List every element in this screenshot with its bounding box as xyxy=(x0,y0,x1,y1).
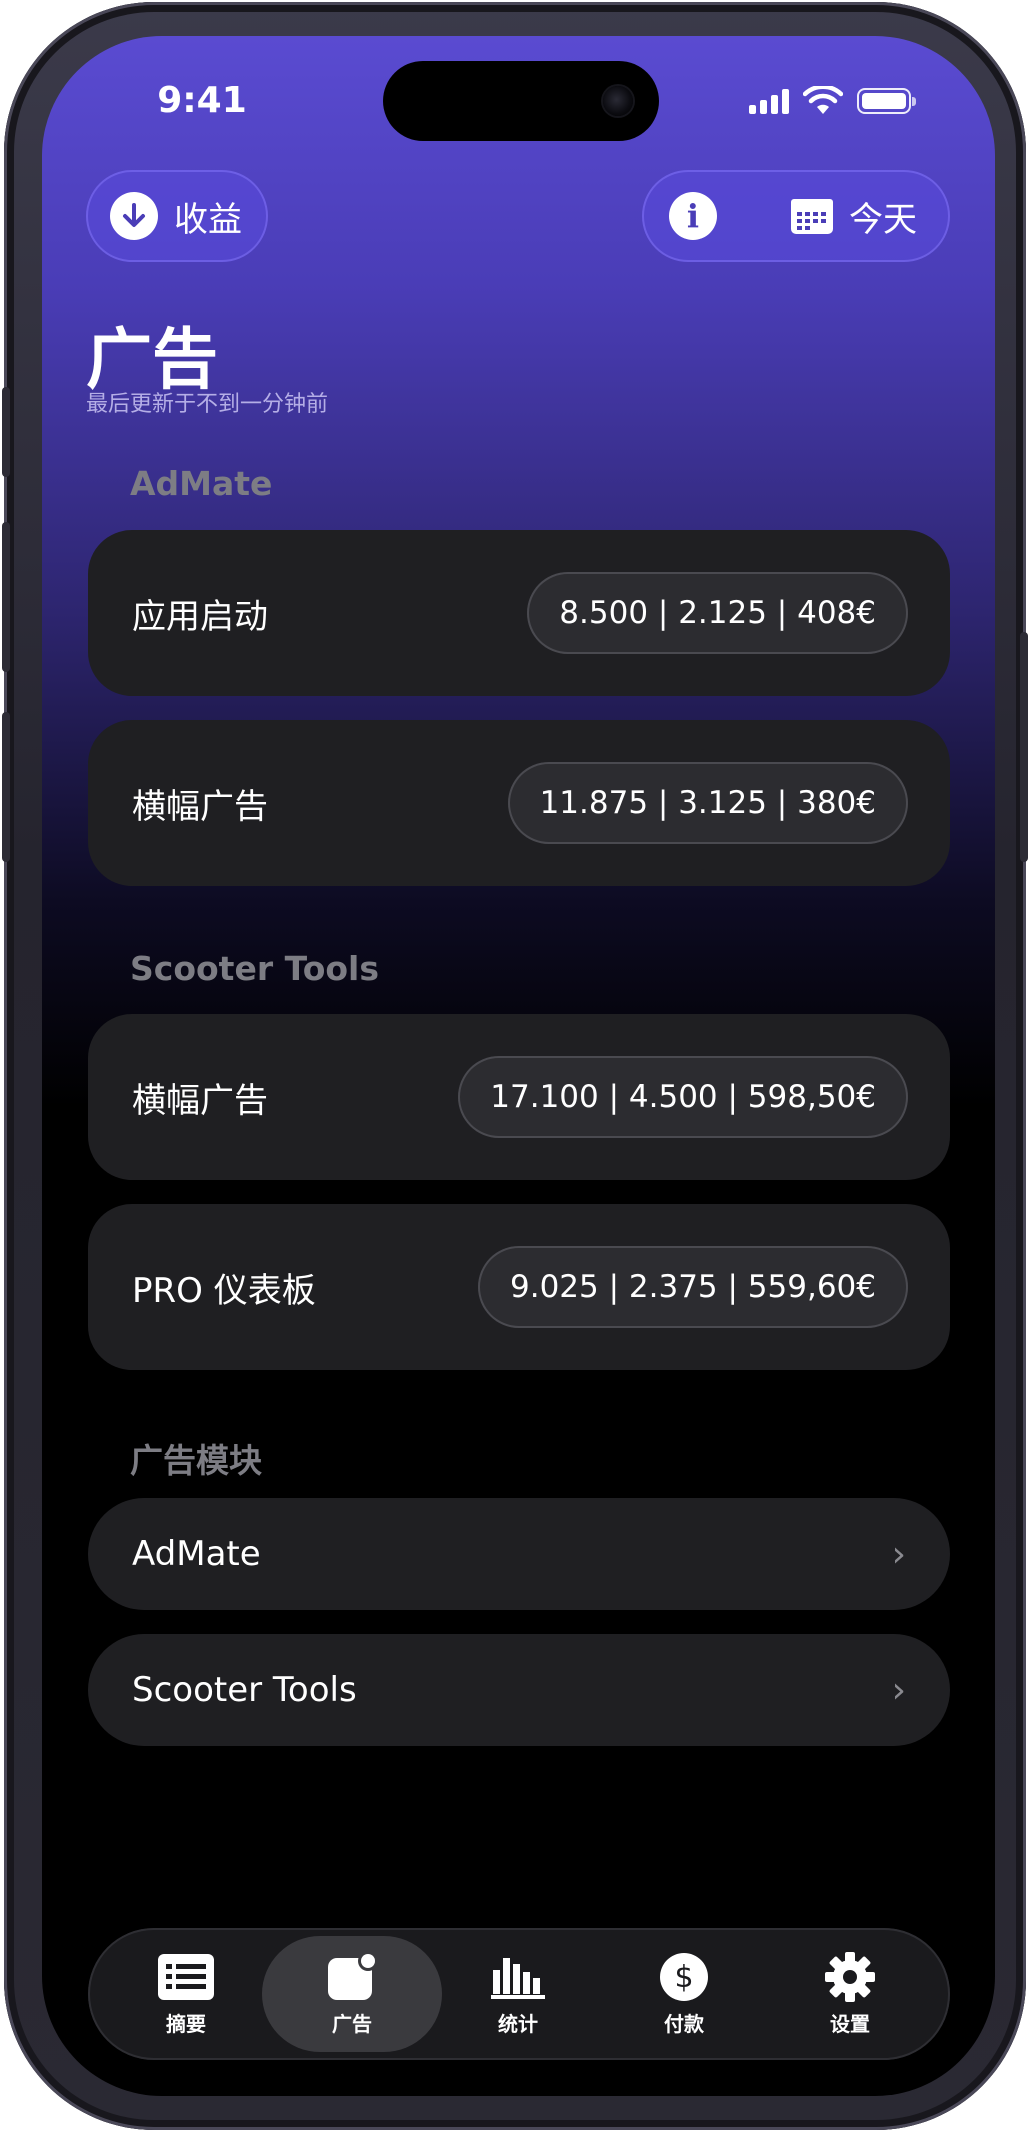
status-time: 9:41 xyxy=(157,80,247,121)
ad-unit-label: 应用启动 xyxy=(132,596,268,637)
tab-bar: 摘要 广告 统计 $ 付款 设置 xyxy=(88,1928,950,2060)
ads-badge-icon xyxy=(324,1951,380,2002)
earnings-label: 收益 xyxy=(174,199,242,240)
power-button xyxy=(1020,632,1028,862)
tab-label: 付款 xyxy=(664,2011,704,2036)
ad-unit-label: 横幅广告 xyxy=(132,786,268,827)
tab-settings[interactable]: 设置 xyxy=(760,1936,940,2052)
tab-label: 统计 xyxy=(498,2011,538,2036)
tab-ads[interactable]: 广告 xyxy=(262,1936,442,2052)
tab-summary[interactable]: 摘要 xyxy=(96,1936,276,2052)
ad-unit-row[interactable]: 横幅广告 17.100 | 4.500 | 598,50€ xyxy=(88,1014,950,1180)
ad-unit-stats: 9.025 | 2.375 | 559,60€ xyxy=(478,1246,908,1328)
ad-unit-stats: 8.500 | 2.125 | 408€ xyxy=(527,572,908,654)
action-button xyxy=(2,387,10,477)
front-camera xyxy=(603,86,633,116)
dollar-icon: $ xyxy=(656,1952,712,2002)
top-right-controls: i 今天 xyxy=(642,170,950,262)
section-header-admate: AdMate xyxy=(130,464,273,503)
ad-unit-row[interactable]: PRO 仪表板 9.025 | 2.375 | 559,60€ xyxy=(88,1204,950,1370)
chevron-right-icon: › xyxy=(891,1533,906,1575)
volume-down-button xyxy=(2,712,10,862)
module-row-admate[interactable]: AdMate › xyxy=(88,1498,950,1610)
bar-chart-icon xyxy=(490,1952,546,2002)
ad-unit-label: PRO 仪表板 xyxy=(132,1270,316,1311)
info-icon[interactable]: i xyxy=(669,192,717,240)
screen: 9:41 收益 i 今天 广告 最后更新于不到一分钟前 AdMate 应用启动 … xyxy=(42,36,995,2096)
battery-icon xyxy=(857,88,916,114)
download-icon xyxy=(110,192,158,240)
volume-up-button xyxy=(2,522,10,672)
tab-label: 摘要 xyxy=(166,2011,206,2036)
status-icons xyxy=(749,86,916,116)
dynamic-island xyxy=(383,61,659,141)
ad-unit-row[interactable]: 横幅广告 11.875 | 3.125 | 380€ xyxy=(88,720,950,886)
tab-label: 设置 xyxy=(830,2011,870,2036)
date-button[interactable]: 今天 xyxy=(789,170,917,262)
ad-unit-stats: 17.100 | 4.500 | 598,50€ xyxy=(458,1056,908,1138)
earnings-button[interactable]: 收益 xyxy=(86,170,268,262)
cellular-signal-icon xyxy=(749,88,789,114)
chevron-right-icon: › xyxy=(891,1669,906,1711)
tab-payments[interactable]: $ 付款 xyxy=(594,1936,774,2052)
section-header-ad-modules: 广告模块 xyxy=(130,1441,262,1480)
last-updated-text: 最后更新于不到一分钟前 xyxy=(86,392,329,417)
list-icon xyxy=(158,1952,214,2002)
module-label: AdMate xyxy=(132,1534,261,1574)
ad-unit-row[interactable]: 应用启动 8.500 | 2.125 | 408€ xyxy=(88,530,950,696)
module-row-scooter-tools[interactable]: Scooter Tools › xyxy=(88,1634,950,1746)
section-header-scooter-tools: Scooter Tools xyxy=(130,949,380,988)
date-label: 今天 xyxy=(849,199,917,240)
gear-icon xyxy=(822,1951,878,2002)
phone-frame: 9:41 收益 i 今天 广告 最后更新于不到一分钟前 AdMate 应用启动 … xyxy=(2,2,1028,2130)
module-label: Scooter Tools xyxy=(132,1670,357,1710)
ad-unit-label: 横幅广告 xyxy=(132,1080,268,1121)
tab-label: 广告 xyxy=(332,2011,372,2036)
ad-unit-stats: 11.875 | 3.125 | 380€ xyxy=(507,762,908,844)
calendar-icon xyxy=(791,199,833,234)
tab-stats[interactable]: 统计 xyxy=(428,1936,608,2052)
svg-text:$: $ xyxy=(674,1960,693,1995)
wifi-icon xyxy=(803,86,843,114)
